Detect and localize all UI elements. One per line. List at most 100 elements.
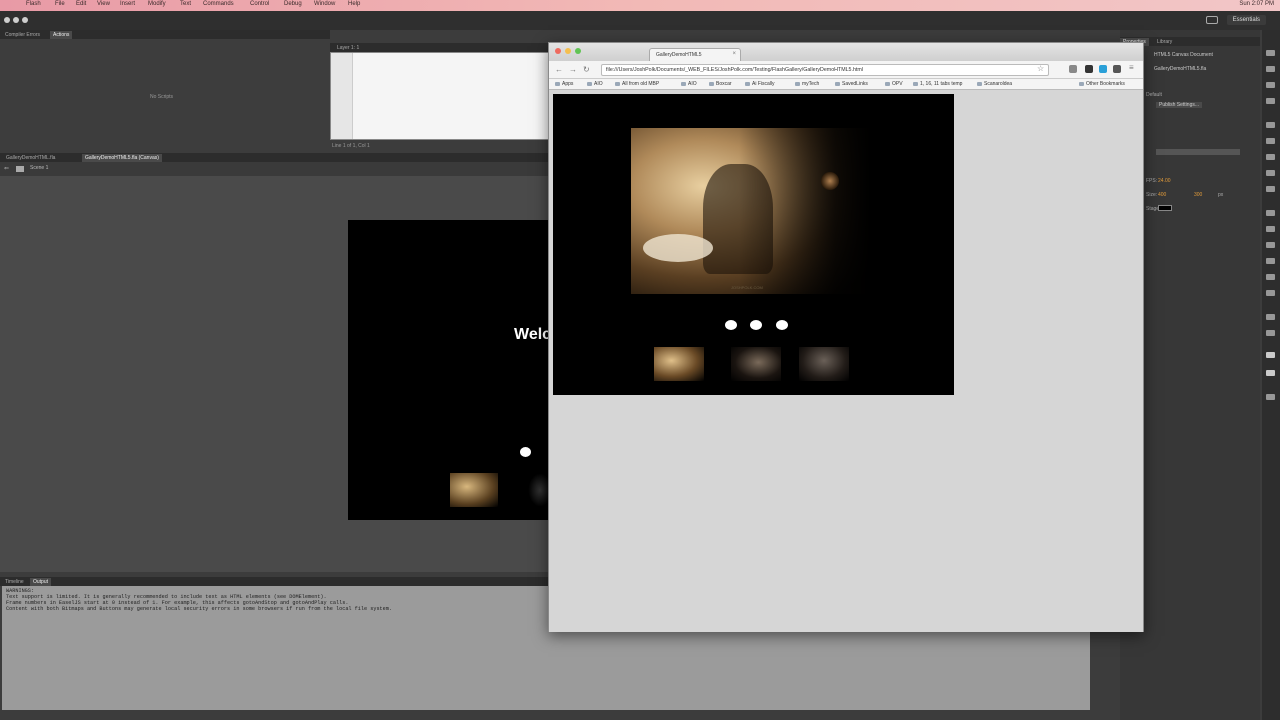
fps-field[interactable]: 24.00 <box>1158 178 1171 184</box>
menu-commands[interactable]: Commands <box>203 1 234 7</box>
tab-actions[interactable]: Actions <box>50 31 73 39</box>
selection-tool-icon[interactable] <box>1266 50 1275 56</box>
menu-debug[interactable]: Debug <box>284 1 302 7</box>
script-editor[interactable] <box>330 52 550 140</box>
fill-color-icon[interactable] <box>1266 370 1275 376</box>
address-bar[interactable]: file:///Users/JoshPolk/Documents/_WEB_FI… <box>601 64 1049 76</box>
forward-icon[interactable]: → <box>569 65 577 74</box>
minimize-window-icon[interactable] <box>13 17 19 23</box>
extension-icon[interactable] <box>1085 65 1093 73</box>
tab-document-canvas[interactable]: GalleryDemoHTML5.fla (Canvas) <box>82 154 162 162</box>
bookmark-item[interactable]: AIO <box>681 81 697 87</box>
height-field[interactable]: 300 <box>1194 192 1202 198</box>
zoom-window-icon[interactable] <box>22 17 28 23</box>
subselection-tool-icon[interactable] <box>1266 66 1275 72</box>
mac-menu-bar: Flash File Edit View Insert Modify Text … <box>0 0 1280 11</box>
transform-tool-icon[interactable] <box>1266 82 1275 88</box>
eraser-icon[interactable] <box>1266 290 1275 296</box>
tab-library[interactable]: Library <box>1154 38 1175 46</box>
lasso-tool-icon[interactable] <box>1266 98 1275 104</box>
text-tool-icon[interactable] <box>1266 138 1275 144</box>
bookmark-item[interactable]: Scanaroldea <box>977 81 1012 87</box>
gallery-nav-dot-1[interactable] <box>725 320 737 330</box>
stage-nav-dot[interactable] <box>520 447 531 457</box>
menu-file[interactable]: File <box>55 1 65 7</box>
bookmark-item[interactable]: All from old MBP <box>615 81 659 87</box>
slider-track[interactable] <box>1156 149 1240 155</box>
tools-panel <box>1262 30 1280 720</box>
browser-close-icon[interactable] <box>555 48 561 54</box>
eyedropper-icon[interactable] <box>1266 274 1275 280</box>
tab-close-icon[interactable]: × <box>732 51 736 57</box>
extension-icon[interactable] <box>1113 65 1121 73</box>
gallery-thumbnail-3[interactable] <box>799 347 849 381</box>
back-icon[interactable]: ← <box>555 65 563 74</box>
stage-color-swatch[interactable] <box>1158 205 1172 211</box>
actions-panel: Compiler Errors Actions No Scripts <box>0 30 330 150</box>
line-tool-icon[interactable] <box>1266 154 1275 160</box>
gallery-nav-dot-2[interactable] <box>750 320 762 330</box>
gallery-thumbnail-1[interactable] <box>654 347 704 381</box>
oval-tool-icon[interactable] <box>1266 186 1275 192</box>
publish-settings-button[interactable]: Publish Settings... <box>1156 102 1203 108</box>
menu-window[interactable]: Window <box>314 1 335 7</box>
bookmark-item[interactable]: 1, 16, 11 tabs temp <box>913 81 962 87</box>
extension-icon[interactable] <box>1069 65 1077 73</box>
size-label: Size: <box>1146 192 1158 198</box>
stage-thumbnail[interactable] <box>528 473 548 507</box>
gallery-nav-dot-3[interactable] <box>776 320 788 330</box>
tab-compiler-errors[interactable]: Compiler Errors <box>2 31 43 39</box>
menu-view[interactable]: View <box>97 1 110 7</box>
stroke-color-icon[interactable] <box>1266 352 1275 358</box>
bookmark-star-icon[interactable]: ☆ <box>1037 64 1044 73</box>
pencil-tool-icon[interactable] <box>1266 210 1275 216</box>
workspace-switcher[interactable]: Essentials <box>1226 15 1266 25</box>
tab-timeline[interactable]: Timeline <box>2 578 27 586</box>
bookmark-item[interactable]: myTech <box>795 81 819 87</box>
profile-value[interactable]: Default <box>1146 92 1162 98</box>
menu-flash[interactable]: Flash <box>26 1 41 7</box>
creative-cloud-icon[interactable] <box>1206 16 1218 24</box>
extension-icon[interactable] <box>1099 65 1107 73</box>
menu-help[interactable]: Help <box>348 1 360 7</box>
browser-tab[interactable]: GalleryDemoHTML5 × <box>649 48 741 61</box>
bookmark-item[interactable]: Boxcar <box>709 81 732 87</box>
brush-tool-icon[interactable] <box>1266 226 1275 232</box>
bookmark-item[interactable]: Apps <box>555 81 573 87</box>
menu-text[interactable]: Text <box>180 1 191 7</box>
browser-minimize-icon[interactable] <box>565 48 571 54</box>
width-field[interactable]: 400 <box>1158 192 1166 198</box>
back-arrow-icon[interactable]: ⇐ <box>4 165 9 172</box>
bookmark-item[interactable]: OPV <box>885 81 903 87</box>
zoom-tool-icon[interactable] <box>1266 330 1275 336</box>
bone-tool-icon[interactable] <box>1266 242 1275 248</box>
bookmark-item[interactable]: SavedLinks <box>835 81 868 87</box>
gallery-thumbnail-2[interactable] <box>731 347 781 381</box>
reload-icon[interactable]: ↻ <box>583 65 590 74</box>
edit-bar: ⇐ Scene 1 <box>0 162 548 176</box>
menu-insert[interactable]: Insert <box>120 1 135 7</box>
bookmark-item[interactable]: AIO <box>587 81 603 87</box>
code-status: Line 1 of 1, Col 1 <box>332 143 370 149</box>
rectangle-tool-icon[interactable] <box>1266 170 1275 176</box>
hand-tool-icon[interactable] <box>1266 314 1275 320</box>
snap-icon[interactable] <box>1266 394 1275 400</box>
browser-zoom-icon[interactable] <box>575 48 581 54</box>
other-bookmarks[interactable]: Other Bookmarks <box>1079 81 1125 87</box>
tab-output[interactable]: Output <box>30 578 52 586</box>
menu-modify[interactable]: Modify <box>148 1 166 7</box>
menu-edit[interactable]: Edit <box>76 1 86 7</box>
stage-thumbnail[interactable] <box>450 473 498 507</box>
stage-welcome-text[interactable]: Welc <box>514 326 551 344</box>
chrome-menu-icon[interactable]: ≡ <box>1129 63 1134 72</box>
menubar-clock[interactable]: Sun 2:07 PM <box>1239 1 1274 7</box>
bookmark-item[interactable]: Ai Fiscally <box>745 81 775 87</box>
menu-control[interactable]: Control <box>250 1 269 7</box>
close-window-icon[interactable] <box>4 17 10 23</box>
scene-label[interactable]: Scene 1 <box>30 165 48 171</box>
pen-tool-icon[interactable] <box>1266 122 1275 128</box>
stage-light <box>821 172 839 190</box>
tab-document-fla[interactable]: GalleryDemoHTML.fla <box>3 154 58 162</box>
paint-bucket-icon[interactable] <box>1266 258 1275 264</box>
gallery-canvas[interactable]: JOSHPOLK.COM <box>553 94 954 395</box>
